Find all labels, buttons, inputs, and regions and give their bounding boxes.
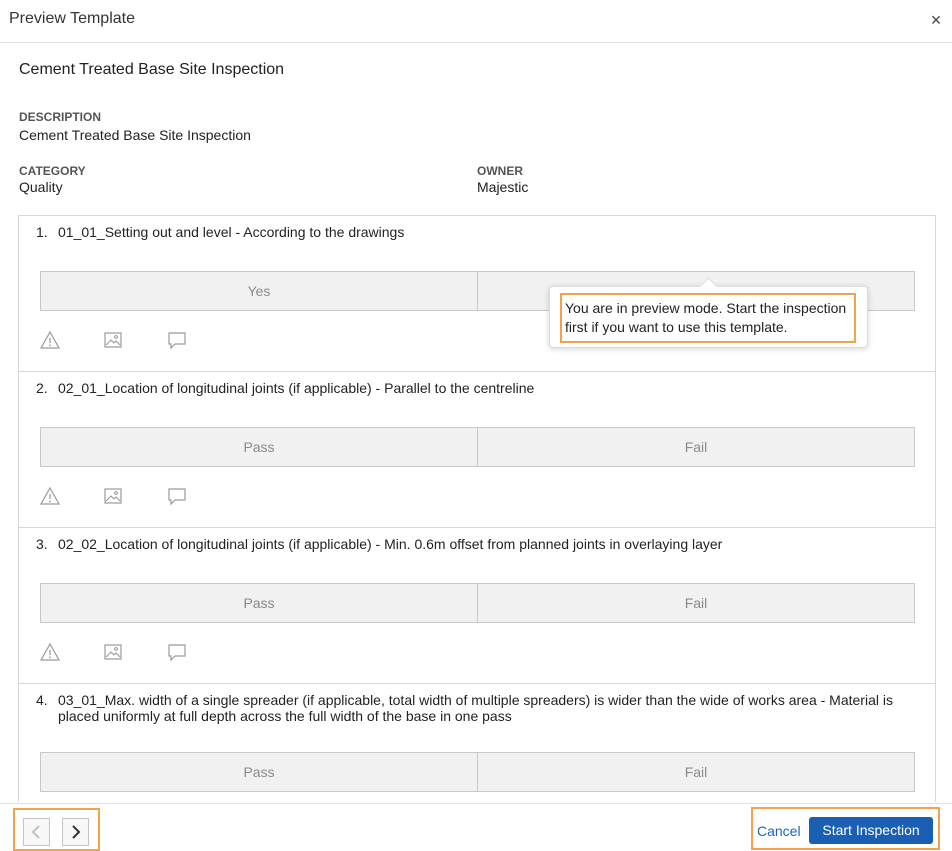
item-number: 3. <box>36 536 48 552</box>
start-inspection-button[interactable]: Start Inspection <box>809 817 933 844</box>
warning-icon[interactable] <box>40 486 60 506</box>
category-label: CATEGORY <box>19 164 86 178</box>
image-icon[interactable] <box>103 486 123 506</box>
owner-label: OWNER <box>477 164 523 178</box>
chevron-left-icon <box>31 825 40 839</box>
fail-button[interactable]: Fail <box>477 584 914 622</box>
chevron-right-icon <box>72 825 81 839</box>
item-number: 2. <box>36 380 48 396</box>
pass-button[interactable]: Pass <box>41 753 477 791</box>
preview-mode-tooltip: You are in preview mode. Start the inspe… <box>549 286 868 348</box>
fail-button[interactable]: Fail <box>477 428 914 466</box>
item-question: 03_01_Max. width of a single spreader (i… <box>58 692 893 724</box>
image-icon[interactable] <box>103 330 123 350</box>
template-title: Cement Treated Base Site Inspection <box>19 61 285 78</box>
warning-icon[interactable] <box>40 330 60 350</box>
owner-value: Majestic <box>477 179 529 195</box>
fail-button[interactable]: Fail <box>477 753 914 791</box>
item-number: 1. <box>36 224 48 240</box>
answer-button-group: Pass Fail <box>40 583 915 623</box>
item-actions <box>40 486 220 506</box>
close-icon[interactable]: × <box>928 11 944 29</box>
modal-header: Preview Template × <box>0 0 952 43</box>
item-question: 01_01_Setting out and level - According … <box>58 224 405 240</box>
tooltip-text: You are in preview mode. Start the inspe… <box>565 300 847 335</box>
modal-footer: Cancel Start Inspection <box>0 803 952 851</box>
inspection-item: 4. 03_01_Max. width of a single spreader… <box>19 684 935 802</box>
pass-button[interactable]: Pass <box>41 428 477 466</box>
answer-button-group: Pass Fail <box>40 427 915 467</box>
cancel-button[interactable]: Cancel <box>757 823 801 839</box>
pass-button[interactable]: Pass <box>41 584 477 622</box>
image-icon[interactable] <box>103 642 123 662</box>
item-actions <box>40 642 220 662</box>
description-value: Cement Treated Base Site Inspection <box>19 127 251 143</box>
description-label: DESCRIPTION <box>19 110 102 124</box>
item-actions <box>40 330 220 350</box>
answer-button-group: Pass Fail <box>40 752 915 792</box>
next-button[interactable] <box>62 818 89 846</box>
item-question: 02_01_Location of longitudinal joints (i… <box>58 380 535 396</box>
comment-icon[interactable] <box>167 330 187 350</box>
warning-icon[interactable] <box>40 642 60 662</box>
inspection-item: 3. 02_02_Location of longitudinal joints… <box>19 528 935 684</box>
item-number: 4. <box>36 692 48 708</box>
inspection-item: 2. 02_01_Location of longitudinal joints… <box>19 372 935 528</box>
yes-button[interactable]: Yes <box>41 272 477 310</box>
comment-icon[interactable] <box>167 642 187 662</box>
previous-button[interactable] <box>23 818 50 846</box>
category-value: Quality <box>19 179 63 195</box>
modal-title: Preview Template <box>9 10 135 27</box>
item-question: 02_02_Location of longitudinal joints (i… <box>58 536 723 552</box>
comment-icon[interactable] <box>167 486 187 506</box>
